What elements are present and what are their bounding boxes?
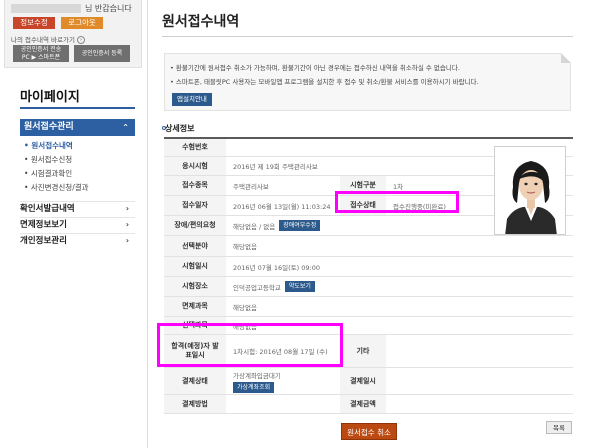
fold-corner: [561, 53, 571, 63]
table-row: 시험장소 인덕공업고등학교 약도보기: [164, 277, 573, 297]
category-exemption-info[interactable]: 면제정보보기 ›: [20, 217, 135, 231]
row-label: 결제금액: [340, 395, 386, 413]
user-box: 님 반갑습니다 정보수정 로그아웃 나의 접수내역 바로가기 › 공인인증서 전송…: [4, 0, 142, 68]
person-avatar-icon: [495, 147, 565, 234]
submenu-item-application-history[interactable]: • 원서접수내역: [24, 140, 73, 151]
row-value: [386, 395, 393, 413]
page: { "sidebar": { "greeting": "님 반갑습니다", "e…: [0, 0, 615, 448]
row-value: [226, 139, 233, 156]
row-value: 인덕공업고등학교 약도보기: [226, 277, 315, 296]
map-button[interactable]: 약도보기: [284, 281, 315, 292]
row-label: 결제상태: [164, 368, 226, 394]
my-history-link[interactable]: 나의 접수내역 바로가기 ›: [11, 34, 85, 44]
row-label: 응시시험: [164, 157, 226, 175]
section-title: 상세정보: [165, 124, 195, 133]
result-highlight-box: [157, 323, 343, 367]
cert-transfer-label: 공인인증서 전송: [20, 46, 62, 53]
app-guide-button[interactable]: 앱설치안내: [172, 93, 212, 106]
category-application-management[interactable]: 원서접수관리 ⌃: [20, 119, 135, 136]
category-label: 면제정보보기: [20, 220, 67, 230]
row-label: 결제방법: [164, 395, 226, 413]
detail-table: 수험번호 응시시험 2016년 제 19회 주택관리사보 접수종목 주택관리사보…: [164, 137, 573, 414]
category-certificate-history[interactable]: 확인서발급내역 ›: [20, 201, 135, 215]
cert-register-button[interactable]: 공인인증서 등록: [74, 45, 130, 62]
mypage-title: 마이페이지: [20, 90, 80, 105]
row-label: 장애/편의요청: [164, 216, 226, 235]
chevron-right-icon: ›: [125, 236, 129, 245]
notice-line: • 스마트폰, 태블릿PC 사용자는 모바일앱 프로그램을 설치한 후 접수 및…: [170, 78, 479, 86]
category-label: 원서접수관리: [24, 122, 74, 132]
edit-disability-button[interactable]: 장애여부수정: [279, 220, 321, 231]
chevron-up-icon: ⌃: [122, 123, 129, 132]
row-label: 결제일시: [340, 368, 386, 394]
submenu-item-photo-change[interactable]: • 사진변경신청/결과: [24, 182, 89, 193]
row-value: 2016년 제 19회 주택관리사보: [233, 163, 318, 171]
greeting-text: 님 반갑습니다: [85, 4, 132, 13]
row-label: 면제과목: [164, 297, 226, 316]
row-value: 2016년 07월 16일(토) 09:00: [233, 263, 321, 272]
submenu-label: 원서접수내역: [31, 141, 73, 150]
submenu-label: 사진변경신청/결과: [30, 183, 89, 192]
status-highlight-box: [335, 191, 459, 213]
row-label: 접수일자: [164, 196, 226, 215]
table-row: 결제방법 결제금액: [164, 395, 573, 414]
row-value: [386, 335, 393, 367]
submenu-item-exam-result[interactable]: • 시험결과확인: [24, 168, 72, 179]
mypage-title-underline: [20, 107, 135, 109]
notice-line: • 환불기간에 원서접수 취소가 가능하며, 환불기간이 아닌 경우에는 접수하…: [170, 64, 460, 72]
row-value: 해당없음: [233, 243, 257, 251]
page-title: 원서접수내역: [162, 14, 240, 30]
applicant-photo: [494, 146, 566, 235]
submenu-label: 시험결과확인: [30, 169, 73, 178]
row-value: [226, 395, 233, 413]
row-value: 주택관리사보: [233, 182, 269, 191]
row-label: 수험번호: [164, 139, 226, 156]
table-row: 결제상태 가상계좌입금대기 가상계좌조회 결제일시: [164, 368, 573, 395]
table-row: 선택분야 해당없음: [164, 236, 573, 257]
arrow-right-icon: ›: [76, 36, 85, 44]
row-label: 기타: [340, 335, 386, 367]
row-label: 시험장소: [164, 277, 226, 296]
row-value: [386, 368, 393, 394]
category-label: 확인서발급내역: [20, 204, 75, 214]
table-row: 면제과목 해당없음: [164, 297, 573, 317]
place-value: 인덕공업고등학교: [233, 283, 281, 292]
cert-transfer-button[interactable]: 공인인증서 전송 PC ▶ 스마트폰: [13, 45, 69, 62]
pay-status-value: 가상계좌입금대기: [233, 371, 281, 380]
category-label: 개인정보관리: [20, 236, 67, 246]
edit-info-button[interactable]: 정보수정: [13, 17, 55, 29]
category-personal-info[interactable]: 개인정보관리 ›: [20, 233, 135, 247]
row-value: 해당없음: [233, 303, 257, 312]
notice-box: • 환불기간에 원서접수 취소가 가능하며, 환불기간이 아닌 경우에는 접수하…: [164, 53, 571, 111]
sidebar: 님 반갑습니다 정보수정 로그아웃 나의 접수내역 바로가기 › 공인인증서 전송…: [0, 0, 148, 448]
cert-transfer-sub: PC ▶ 스마트폰: [21, 53, 61, 61]
submenu-item-application-request[interactable]: • 원서접수신청: [24, 154, 72, 165]
row-label: 선택분야: [164, 236, 226, 256]
list-button[interactable]: 목록: [546, 421, 572, 434]
chevron-right-icon: ›: [125, 204, 129, 213]
my-history-label: 나의 접수내역 바로가기: [11, 36, 75, 44]
user-name-masked: [11, 4, 81, 13]
cancel-application-button[interactable]: 원서접수 취소: [341, 423, 397, 440]
row-label: 접수종목: [164, 176, 226, 195]
row-value: 해당없음 / 없음 장애여부수정: [226, 216, 321, 235]
row-label: 시험일시: [164, 257, 226, 276]
row-value: 2016년 06월 13일(월) 11:03:24: [233, 202, 331, 211]
logout-button[interactable]: 로그아웃: [61, 17, 103, 29]
row-value: 가상계좌입금대기 가상계좌조회: [226, 368, 281, 394]
virtual-account-button[interactable]: 가상계좌조회: [233, 381, 275, 393]
disability-value: 해당없음 / 없음: [233, 222, 276, 231]
submenu-label: 원서접수신청: [30, 155, 73, 164]
table-row: 시험일시 2016년 07월 16일(토) 09:00: [164, 257, 573, 277]
chevron-right-icon: ›: [125, 220, 129, 229]
title-divider: [162, 36, 573, 37]
